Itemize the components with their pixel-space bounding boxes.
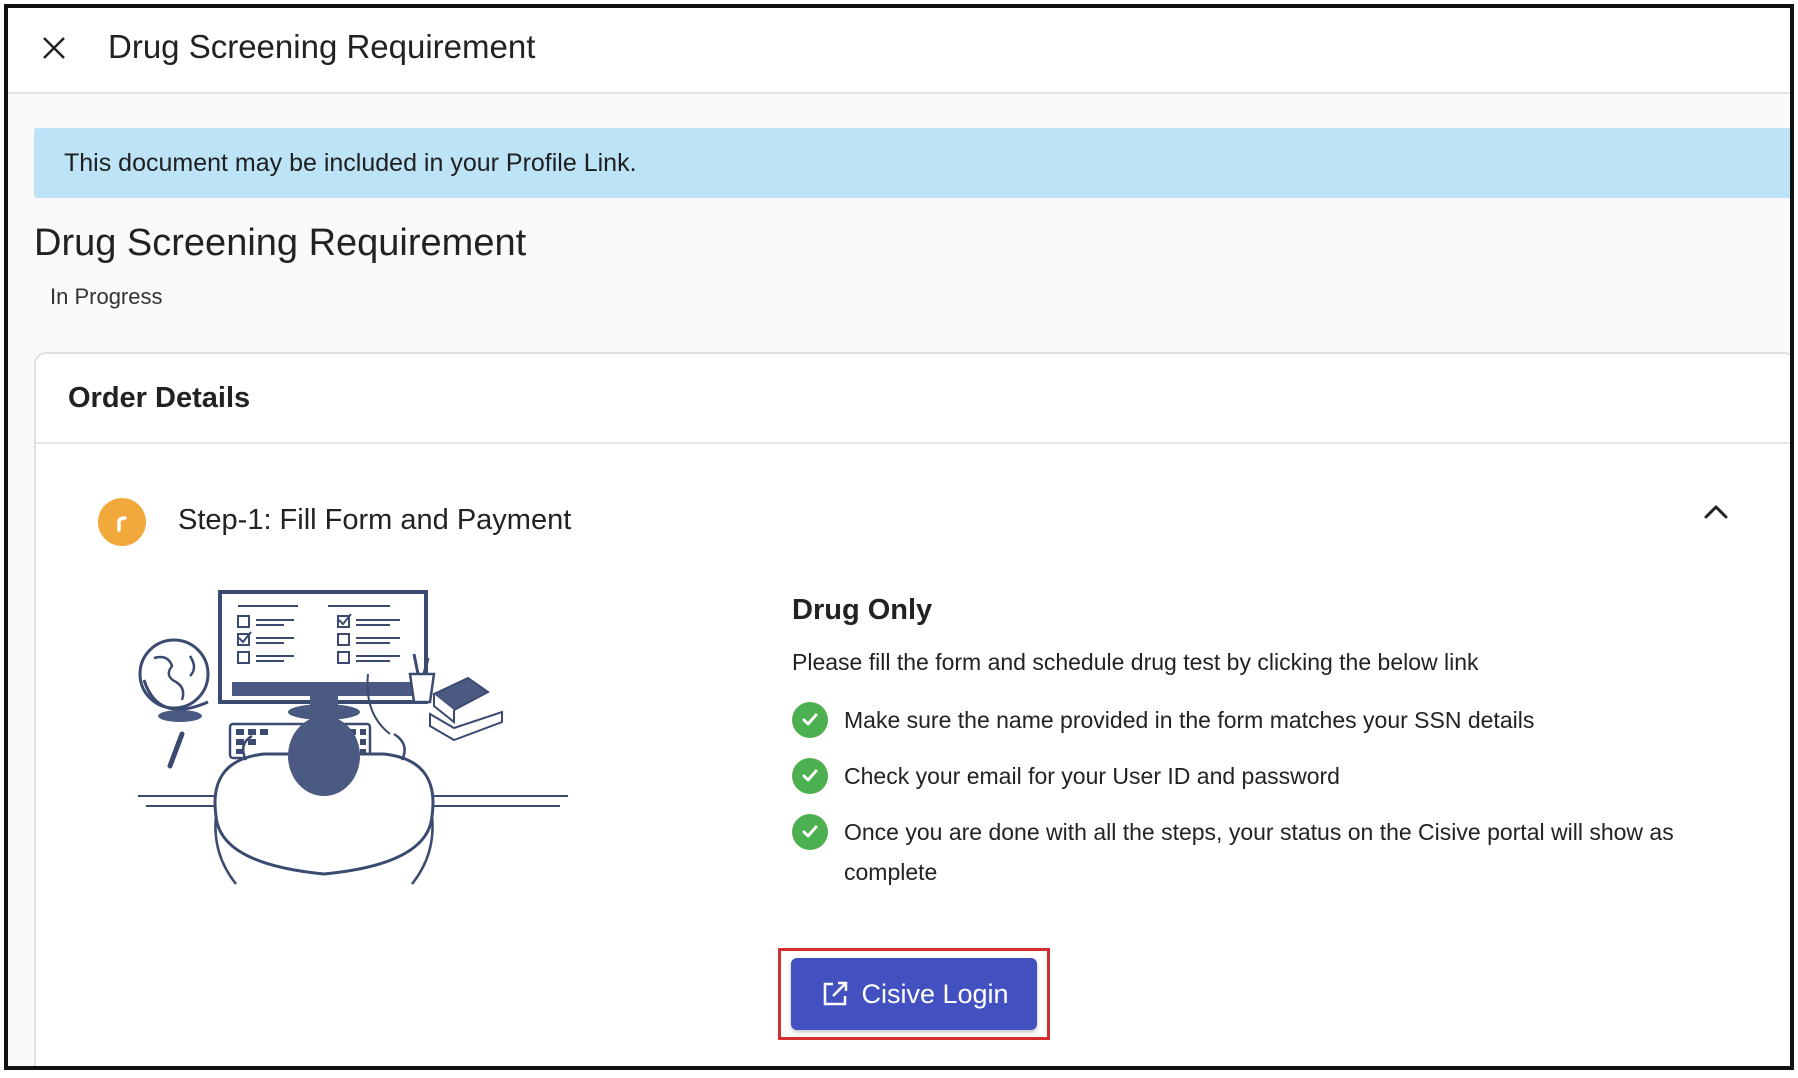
checklist-item-text: Check your email for your User ID and pa…: [844, 763, 1340, 789]
page-title: Drug Screening Requirement: [34, 222, 527, 264]
checklist-item: Check your email for your User ID and pa…: [792, 756, 1722, 796]
cisive-login-button[interactable]: Cisive Login: [791, 958, 1037, 1030]
close-icon: [43, 37, 65, 59]
check-circle-icon: [792, 814, 828, 850]
clock-progress-icon: [98, 498, 146, 546]
order-details-title: Order Details: [68, 381, 251, 414]
cisive-login-label: Cisive Login: [861, 978, 1009, 1009]
checklist-item-text: Once you are done with all the steps, yo…: [844, 819, 1674, 885]
person-at-computer-illustration: [138, 590, 568, 885]
step-label: Step-1: Fill Form and Payment: [178, 504, 572, 536]
check-circle-icon: [792, 758, 828, 794]
order-details-card: Order Details Step-1: Fill Form and Paym…: [34, 352, 1790, 1066]
top-bar-title: Drug Screening Requirement: [108, 28, 536, 65]
order-details-header: Order Details: [36, 354, 1790, 444]
content-description: Please fill the form and schedule drug t…: [792, 649, 1479, 675]
checklist-item-text: Make sure the name provided in the form …: [844, 707, 1535, 733]
checklist-item: Once you are done with all the steps, yo…: [792, 812, 1722, 892]
check-circle-icon: [792, 702, 828, 738]
step-header[interactable]: Step-1: Fill Form and Payment: [98, 492, 1754, 552]
external-link-icon: [824, 981, 848, 1006]
checklist-item: Make sure the name provided in the form …: [792, 700, 1722, 740]
content-title: Drug Only: [792, 594, 933, 626]
info-banner: This document may be included in your Pr…: [34, 128, 1790, 198]
top-bar: Drug Screening Requirement: [8, 8, 1790, 94]
info-banner-text: This document may be included in your Pr…: [64, 148, 637, 177]
collapse-button[interactable]: [1696, 492, 1736, 532]
checklist: Make sure the name provided in the form …: [792, 700, 1722, 892]
status-label: In Progress: [50, 284, 163, 309]
close-button[interactable]: [34, 28, 74, 68]
chevron-up-icon: [1704, 505, 1728, 519]
step-content: Drug Only Please fill the form and sched…: [792, 594, 1722, 908]
login-button-highlight: Cisive Login: [778, 948, 1050, 1040]
requirement-panel: Drug Screening Requirement This document…: [4, 4, 1794, 1070]
